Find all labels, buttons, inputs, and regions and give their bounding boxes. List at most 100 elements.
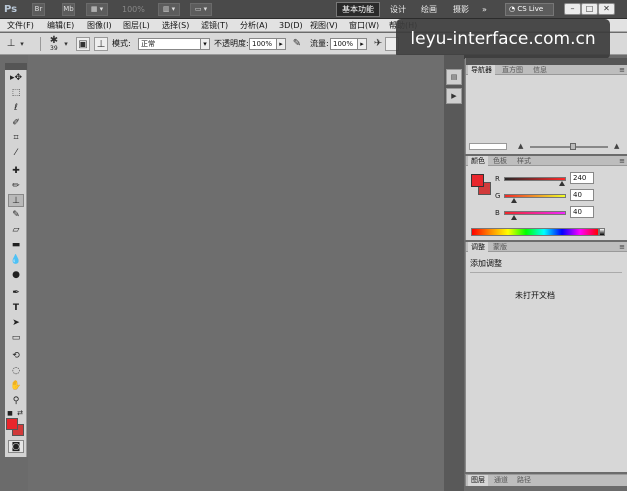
minimize-button[interactable]: – — [564, 3, 581, 15]
red-value-input[interactable]: 240 — [570, 172, 594, 184]
history-brush-tool-icon[interactable]: ✎ — [8, 209, 24, 222]
menu-analysis[interactable]: 分析(A) — [240, 19, 268, 32]
blue-channel-label: B — [495, 209, 500, 217]
blend-mode-dropdown-icon[interactable]: ▾ — [200, 38, 210, 50]
workspace-painting[interactable]: 绘画 — [421, 3, 437, 16]
tab-color[interactable]: 颜色 — [468, 156, 488, 166]
more-workspaces-button[interactable]: » — [482, 3, 487, 16]
menu-image[interactable]: 图像(I) — [87, 19, 112, 32]
green-slider-knob[interactable] — [511, 198, 517, 203]
tools-panel-header[interactable] — [5, 63, 27, 70]
menu-view[interactable]: 视图(V) — [310, 19, 338, 32]
crop-tool-icon[interactable]: ⌗ — [8, 132, 24, 145]
panel-menu-icon[interactable]: ≡ — [619, 65, 625, 75]
arrange-documents-button[interactable]: ▥ ▾ — [158, 3, 180, 16]
cs-live-label: CS Live — [517, 5, 544, 13]
history-panel-icon[interactable]: ▤ — [446, 69, 462, 85]
brush-size: 39 — [50, 45, 58, 52]
navigator-zoom-slider[interactable] — [530, 146, 608, 148]
clone-source-panel-icon[interactable]: ⊥ — [94, 37, 108, 51]
zoom-in-icon[interactable]: ▲ — [614, 142, 619, 150]
dodge-tool-icon[interactable]: ● — [8, 269, 24, 282]
move-tool-icon[interactable]: ▸✥ — [8, 72, 24, 85]
document-work-area[interactable] — [28, 55, 444, 491]
bridge-button[interactable]: Br — [32, 3, 45, 16]
maximize-button[interactable]: □ — [581, 3, 598, 15]
tab-swatches[interactable]: 色板 — [490, 156, 510, 166]
lasso-tool-icon[interactable]: ℓ — [8, 102, 24, 115]
tab-adjustments[interactable]: 调整 — [468, 242, 488, 252]
layers-tab-bar: 图层 通道 路径 — [465, 474, 627, 486]
menu-layer[interactable]: 图层(L) — [123, 19, 150, 32]
menu-file[interactable]: 文件(F) — [7, 19, 34, 32]
pen-tool-icon[interactable]: ✒ — [8, 287, 24, 300]
actions-panel-icon[interactable]: ▶ — [446, 88, 462, 104]
color-panel: 颜色 色板 样式 ≡ R 240 G 40 B 40 — [465, 156, 627, 240]
eyedropper-tool-icon[interactable]: ⁄ — [8, 147, 24, 160]
gradient-tool-icon[interactable]: ▬ — [8, 239, 24, 252]
3d-rotate-tool-icon[interactable]: ⟲ — [8, 350, 24, 363]
tool-preset-dropdown-icon[interactable]: ▾ — [18, 37, 26, 51]
menu-filter[interactable]: 滤镜(T) — [201, 19, 228, 32]
panel-menu-icon[interactable]: ≡ — [619, 156, 625, 166]
eraser-tool-icon[interactable]: ▱ — [8, 224, 24, 237]
hand-tool-icon[interactable]: ✋ — [8, 380, 24, 393]
foreground-color-swatch[interactable] — [471, 174, 484, 187]
cs-live-button[interactable]: ◔ CS Live — [505, 3, 554, 16]
marquee-tool-icon[interactable]: ⬚ — [8, 87, 24, 100]
tab-channels[interactable]: 通道 — [491, 475, 511, 486]
panel-dock-header[interactable] — [466, 58, 627, 65]
rectangle-tool-icon[interactable]: ▭ — [8, 332, 24, 345]
workspace-essentials[interactable]: 基本功能 — [336, 2, 380, 17]
3d-orbit-tool-icon[interactable]: ◌ — [8, 365, 24, 378]
workspace-photography[interactable]: 摄影 — [453, 3, 469, 16]
view-extras-button[interactable]: ▦ ▾ — [86, 3, 108, 16]
quick-selection-tool-icon[interactable]: ✐ — [8, 117, 24, 130]
opacity-input[interactable]: 100% — [249, 38, 277, 50]
blue-value-input[interactable]: 40 — [570, 206, 594, 218]
menu-edit[interactable]: 编辑(E) — [47, 19, 74, 32]
tools-panel: ▸✥ ⬚ ℓ ✐ ⌗ ⁄ ✚ ✏ ⊥ ✎ ▱ ▬ 💧 ● ✒ T ➤ ▭ ⟲ ◌… — [5, 63, 27, 457]
menu-window[interactable]: 窗口(W) — [349, 19, 379, 32]
tab-info[interactable]: 信息 — [530, 65, 550, 75]
flow-input[interactable]: 100% — [330, 38, 358, 50]
color-spectrum-ramp[interactable] — [471, 228, 599, 236]
tab-styles[interactable]: 样式 — [514, 156, 534, 166]
clone-stamp-tool-icon[interactable]: ⊥ — [8, 194, 24, 207]
blend-mode-select[interactable]: 正常 — [138, 38, 202, 50]
airbrush-icon[interactable]: ✈ — [371, 37, 385, 51]
close-button[interactable]: ✕ — [598, 3, 615, 15]
blue-slider-knob[interactable] — [511, 215, 517, 220]
path-selection-tool-icon[interactable]: ➤ — [8, 317, 24, 330]
red-slider-knob[interactable] — [559, 181, 565, 186]
tab-masks[interactable]: 蒙版 — [490, 242, 510, 252]
workspace-design[interactable]: 设计 — [390, 3, 406, 16]
black-white-ramp[interactable] — [599, 228, 605, 236]
tab-layers[interactable]: 图层 — [468, 475, 488, 486]
clone-stamp-tool-icon[interactable]: ⊥ — [4, 37, 18, 51]
mini-bridge-button[interactable]: Mb — [62, 3, 75, 16]
blur-tool-icon[interactable]: 💧 — [8, 254, 24, 267]
brush-picker-dropdown-icon[interactable]: ▾ — [62, 37, 70, 51]
menu-select[interactable]: 选择(S) — [162, 19, 189, 32]
opacity-slider-arrow-icon[interactable]: ▸ — [276, 38, 286, 50]
type-tool-icon[interactable]: T — [8, 302, 24, 315]
red-channel-slider[interactable] — [504, 177, 566, 181]
flow-slider-arrow-icon[interactable]: ▸ — [357, 38, 367, 50]
tab-navigator[interactable]: 导航器 — [468, 65, 495, 75]
screen-mode-button[interactable]: ▭ ▾ — [190, 3, 212, 16]
zoom-out-icon[interactable]: ▲ — [518, 142, 523, 150]
tab-paths[interactable]: 路径 — [514, 475, 534, 486]
brush-panel-icon[interactable]: ▣ — [76, 37, 90, 51]
navigator-zoom-slider-knob[interactable] — [570, 143, 576, 150]
pressure-opacity-icon[interactable]: ✎ — [290, 37, 304, 51]
zoom-level[interactable]: 100% — [122, 3, 145, 16]
foreground-color-swatch[interactable] — [6, 418, 18, 430]
green-value-input[interactable]: 40 — [570, 189, 594, 201]
spot-healing-brush-tool-icon[interactable]: ✚ — [8, 165, 24, 178]
brush-tool-icon[interactable]: ✏ — [8, 180, 24, 193]
quick-mask-mode-icon[interactable]: ◙ — [8, 440, 24, 453]
panel-menu-icon[interactable]: ≡ — [619, 242, 625, 252]
tab-histogram[interactable]: 直方图 — [499, 65, 526, 75]
menu-3d[interactable]: 3D(D) — [279, 19, 303, 32]
